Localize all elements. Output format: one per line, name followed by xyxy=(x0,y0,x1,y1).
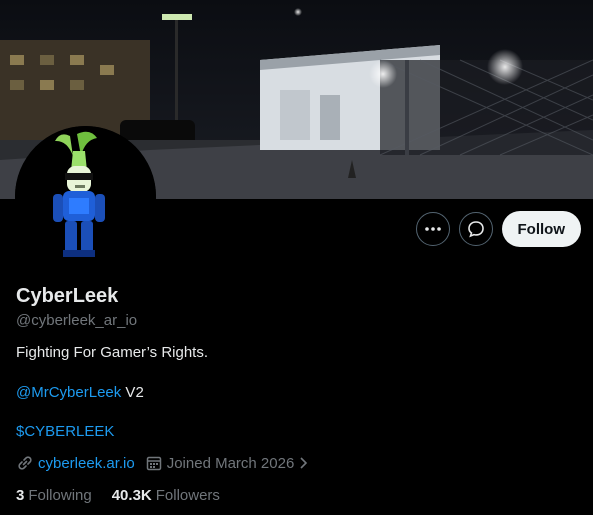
bio-mention-line: @MrCyberLeek V2 xyxy=(16,384,144,401)
profile-meta: cyberleek.ar.io Joined March 2026 xyxy=(16,454,320,472)
profile-handle: @cyberleek_ar_io xyxy=(16,312,138,329)
cashtag-link[interactable]: $CYBERLEEK xyxy=(16,423,114,440)
more-icon xyxy=(424,227,441,231)
more-button[interactable] xyxy=(415,212,450,246)
message-button[interactable] xyxy=(458,212,493,246)
link-icon xyxy=(18,456,32,470)
joined-date: Joined March 2026 xyxy=(166,454,295,472)
bio-cashtag-line: $CYBERLEEK xyxy=(16,423,114,440)
following-label: Following xyxy=(28,487,92,504)
follow-button-label: Follow xyxy=(517,220,566,238)
joined-item[interactable]: Joined March 2026 xyxy=(145,454,311,472)
profile-avatar[interactable] xyxy=(15,126,156,267)
website-item: cyberleek.ar.io xyxy=(16,454,135,472)
calendar-icon xyxy=(146,456,161,471)
profile-name: CyberLeek xyxy=(16,285,119,307)
follow-button[interactable]: Follow xyxy=(501,211,581,247)
chevron-right-icon xyxy=(300,457,308,469)
following-count: 3 xyxy=(16,487,25,504)
profile-actions: Follow xyxy=(415,211,581,247)
followers-count: 40.3K xyxy=(111,487,152,504)
followers-label: Followers xyxy=(155,487,220,504)
mention-suffix: V2 xyxy=(121,384,144,401)
followers-stat[interactable]: 40.3K Followers xyxy=(112,487,220,504)
following-stat[interactable]: 3 Following xyxy=(16,487,92,504)
mention-link[interactable]: @MrCyberLeek xyxy=(16,384,121,401)
profile-stats: 3 Following 40.3K Followers xyxy=(16,487,220,504)
website-link[interactable]: cyberleek.ar.io xyxy=(38,455,135,472)
message-icon xyxy=(467,221,484,238)
bio-line: Fighting For Gamer’s Rights. xyxy=(16,344,209,361)
